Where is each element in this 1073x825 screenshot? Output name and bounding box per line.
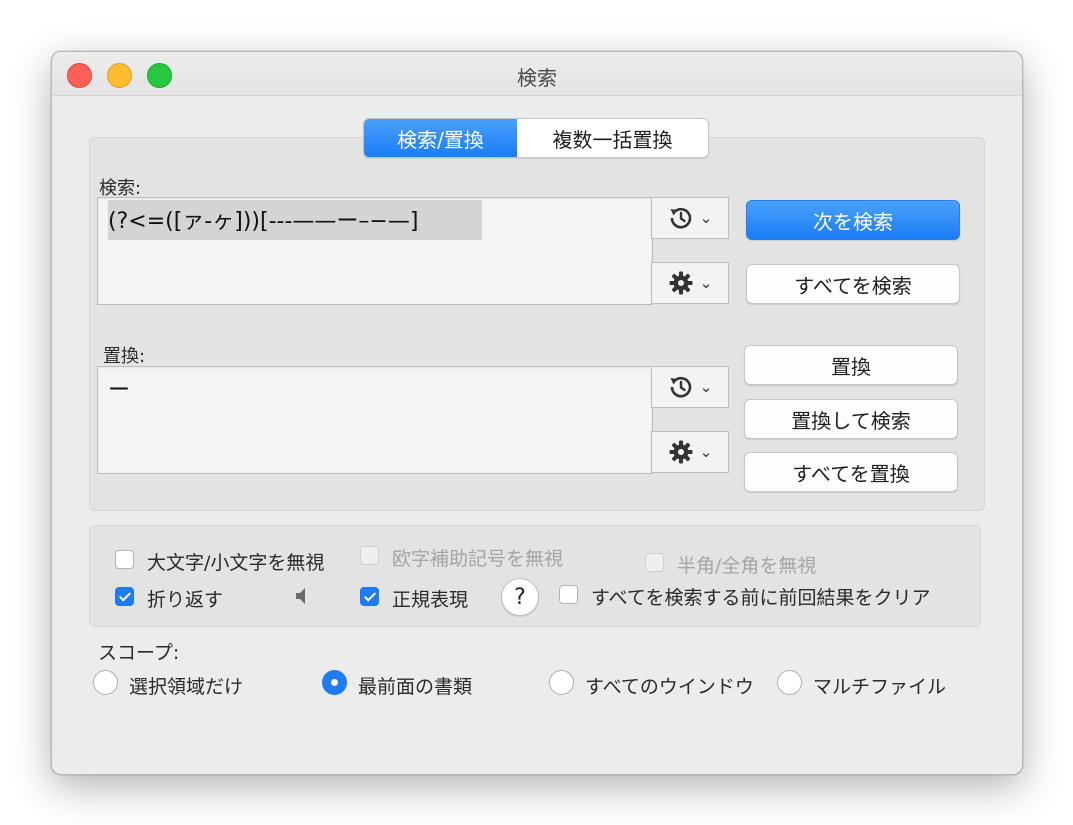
find-field[interactable]: (?<=([ァ-ヶ]))[---——ー–−—] — [97, 197, 653, 305]
replace-and-find-button[interactable]: 置換して検索 — [744, 399, 958, 439]
scope-frontmost-label[interactable]: 最前面の書類 — [358, 672, 472, 699]
find-input[interactable]: (?<=([ァ-ヶ]))[---——ー–−—] — [108, 203, 418, 235]
scope-all-windows-radio[interactable] — [549, 670, 574, 695]
mode-tabs: 検索/置換 複数一括置換 — [363, 118, 709, 158]
scope-all-windows-label[interactable]: すべてのウインドウ — [585, 672, 754, 699]
chevron-down-icon: ⌄ — [699, 443, 713, 461]
regex-checkbox[interactable] — [360, 587, 379, 606]
ignore-diacritics-label[interactable]: 欧字補助記号を無視 — [392, 544, 563, 571]
scope-multi-file-label[interactable]: マルチファイル — [813, 672, 946, 699]
scope-selection-radio[interactable] — [93, 670, 118, 695]
wrap-around-checkbox[interactable] — [115, 587, 134, 606]
chevron-down-icon: ⌄ — [699, 378, 713, 396]
ignore-diacritics-checkbox[interactable] — [360, 546, 379, 565]
chevron-down-icon: ⌄ — [699, 274, 713, 292]
find-history-button[interactable]: ⌄ — [651, 197, 729, 239]
replace-options-button[interactable]: ⌄ — [651, 431, 729, 473]
scope-label: スコープ: — [98, 642, 180, 664]
ignore-width-label[interactable]: 半角/全角を無視 — [677, 551, 816, 578]
window-title: 検索 — [517, 66, 557, 90]
tab-find-replace[interactable]: 検索/置換 — [364, 119, 517, 157]
gear-icon — [669, 271, 693, 295]
gear-icon — [669, 440, 693, 464]
find-options-button[interactable]: ⌄ — [651, 262, 729, 304]
replace-input[interactable]: ー — [108, 372, 130, 404]
speaker-icon — [296, 588, 305, 604]
clear-before-find-all-checkbox[interactable] — [559, 585, 578, 604]
tab-batch-replace[interactable]: 複数一括置換 — [517, 119, 708, 157]
history-icon — [670, 207, 691, 229]
ignore-case-label[interactable]: 大文字/小文字を無視 — [147, 548, 324, 575]
scope-multi-file-radio[interactable] — [777, 670, 802, 695]
regex-label[interactable]: 正規表現 — [392, 585, 468, 612]
replace-history-button[interactable]: ⌄ — [651, 366, 729, 408]
ignore-case-checkbox[interactable] — [115, 550, 134, 569]
chevron-down-icon: ⌄ — [699, 209, 713, 227]
title-bar[interactable]: 検索 — [52, 52, 1022, 96]
clear-before-find-all-label[interactable]: すべてを検索する前に前回結果をクリア — [591, 583, 931, 610]
replace-button[interactable]: 置換 — [744, 345, 958, 385]
replace-field[interactable]: ー — [97, 366, 653, 474]
regex-help-button[interactable]: ? — [501, 578, 539, 616]
history-icon — [670, 376, 691, 398]
find-all-button[interactable]: すべてを検索 — [746, 264, 960, 304]
ignore-width-checkbox[interactable] — [645, 553, 664, 572]
scope-frontmost-radio[interactable] — [322, 670, 347, 695]
replace-label: 置換: — [103, 346, 146, 367]
find-window: 検索 検索/置換 複数一括置換 検索: (?<=([ァ-ヶ]))[---——ー–… — [51, 51, 1023, 775]
find-next-button[interactable]: 次を検索 — [746, 200, 960, 240]
replace-all-button[interactable]: すべてを置換 — [744, 452, 958, 492]
wrap-around-label[interactable]: 折り返す — [147, 585, 223, 612]
scope-selection-label[interactable]: 選択領域だけ — [129, 672, 243, 699]
